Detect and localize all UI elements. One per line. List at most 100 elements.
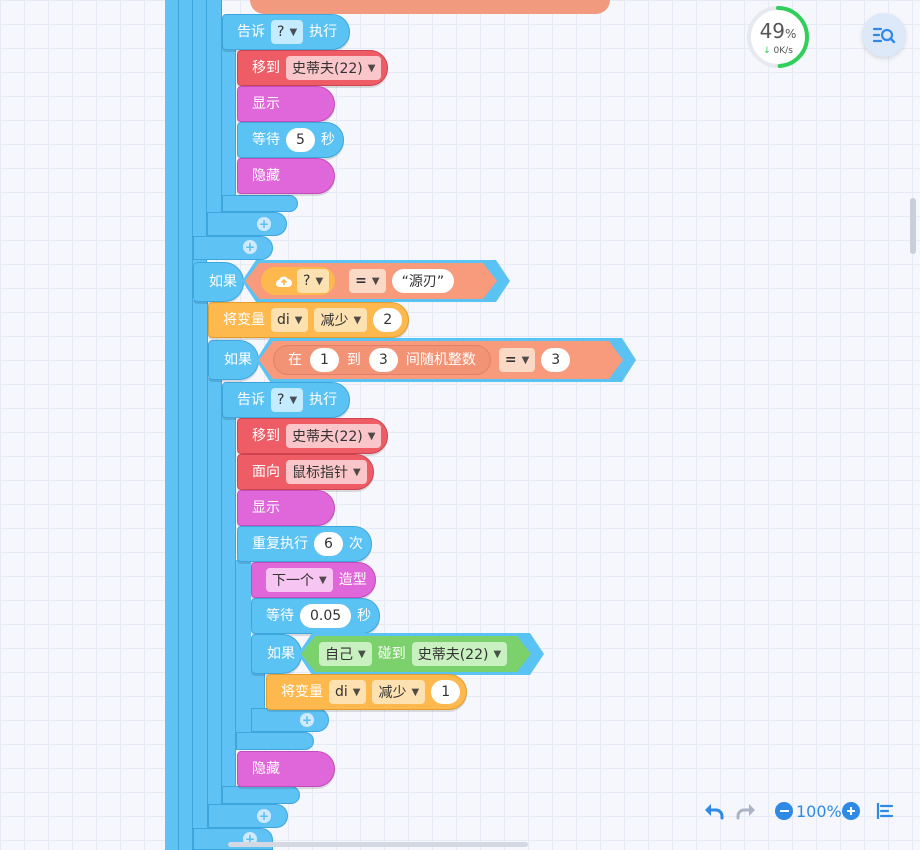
- move-to-label: 移到: [252, 428, 280, 444]
- face-toward-block[interactable]: 面向 鼠标指针 ▼: [237, 454, 374, 490]
- variable-mode-dropdown[interactable]: 减少 ▼: [314, 308, 368, 332]
- set-variable-block[interactable]: 将变量 di ▼ 减少 ▼ 1: [266, 674, 468, 710]
- move-to-block[interactable]: 移到 史蒂夫(22) ▼: [237, 418, 389, 454]
- move-target-dropdown[interactable]: 史蒂夫(22) ▼: [286, 56, 382, 80]
- search-list-button[interactable]: [862, 13, 906, 57]
- move-target-dropdown[interactable]: 史蒂夫(22) ▼: [286, 424, 382, 448]
- undo-button[interactable]: [702, 800, 726, 822]
- tell-2-foot: [222, 786, 300, 804]
- compare-value-input[interactable]: “源刃”: [392, 269, 455, 293]
- if-block[interactable]: 如果: [193, 262, 244, 302]
- tell-1-arm: [207, 0, 222, 236]
- tell-2-arm: [222, 414, 236, 804]
- align-blocks-button[interactable]: [874, 800, 896, 822]
- add-block-button[interactable]: +: [243, 240, 257, 254]
- equals-operator[interactable]: 在 1 到 3 间随机整数 = ▼ 3: [259, 341, 623, 379]
- wait-block[interactable]: 等待 0.05 秒: [251, 598, 381, 634]
- variable-amount-input[interactable]: 2: [373, 308, 403, 332]
- touch-target-dropdown[interactable]: 史蒂夫(22) ▼: [412, 642, 507, 666]
- equals-operator[interactable]: ? ▼ = ▼ “源刃”: [245, 263, 497, 299]
- dropdown-value: =: [355, 273, 367, 289]
- set-variable-label: 将变量: [223, 312, 265, 328]
- zoom-in-button[interactable]: [842, 802, 860, 820]
- show-label: 显示: [252, 500, 280, 516]
- tell-target-dropdown[interactable]: ? ▼: [271, 20, 304, 44]
- random-reporter[interactable]: 在 1 到 3 间随机整数: [273, 345, 491, 375]
- vertical-scrollbar[interactable]: [910, 198, 916, 254]
- compare-value-input[interactable]: 3: [541, 348, 570, 372]
- cloud-reporter[interactable]: ? ▼: [261, 267, 335, 295]
- repeat-block[interactable]: 重复执行 6 次: [237, 526, 372, 562]
- undo-icon: [705, 804, 724, 820]
- touch-subject-dropdown[interactable]: 自己 ▼: [319, 642, 372, 666]
- operator-dropdown[interactable]: = ▼: [499, 348, 535, 372]
- tell-suffix: 执行: [309, 392, 338, 408]
- variable-mode-dropdown[interactable]: 减少 ▼: [372, 680, 426, 704]
- cloud-sensor-dropdown[interactable]: ? ▼: [297, 269, 329, 293]
- chevron-down-icon: ▼: [521, 354, 530, 366]
- wait-block[interactable]: 等待 5 秒: [237, 122, 344, 158]
- chevron-down-icon: ▼: [294, 314, 303, 326]
- tell-block[interactable]: 告诉 ? ▼ 执行: [222, 14, 351, 50]
- show-block[interactable]: 显示: [237, 490, 335, 526]
- add-block-button[interactable]: +: [300, 713, 314, 727]
- face-target-dropdown[interactable]: 鼠标指针 ▼: [286, 460, 367, 484]
- dropdown-value: ?: [303, 273, 311, 289]
- if-1-foot: [193, 236, 273, 260]
- wait-unit: 秒: [320, 132, 335, 148]
- dropdown-value: 史蒂夫(22): [292, 429, 363, 445]
- dropdown-value: 减少: [320, 313, 349, 329]
- tell-target-dropdown[interactable]: ? ▼: [271, 388, 304, 412]
- chevron-down-icon: ▼: [352, 686, 361, 698]
- repeat-count-input[interactable]: 6: [314, 532, 343, 556]
- wait-unit: 秒: [357, 608, 372, 624]
- hide-block[interactable]: 隐藏: [237, 751, 335, 787]
- chevron-down-icon: ▼: [353, 314, 362, 326]
- chevron-down-icon: ▼: [289, 26, 298, 38]
- redo-icon: [736, 804, 755, 820]
- dropdown-value: =: [504, 352, 517, 368]
- add-block-button[interactable]: +: [257, 809, 271, 823]
- plus-circle-icon: [847, 807, 855, 815]
- wait-seconds-input[interactable]: 5: [286, 128, 315, 152]
- dropdown-value: 减少: [378, 685, 407, 701]
- variable-dropdown[interactable]: di ▼: [271, 308, 309, 332]
- hide-block[interactable]: 隐藏: [237, 158, 335, 194]
- move-to-block[interactable]: 移到 史蒂夫(22) ▼: [237, 50, 389, 86]
- operator-dropdown[interactable]: = ▼: [349, 269, 385, 293]
- if-label: 如果: [209, 274, 237, 290]
- show-block[interactable]: 显示: [237, 86, 335, 122]
- wait-seconds-input[interactable]: 0.05: [300, 604, 352, 628]
- horizontal-scrollbar[interactable]: [228, 842, 528, 847]
- costume-block[interactable]: 下一个 ▼ 造型: [251, 562, 376, 598]
- if-block[interactable]: 如果: [208, 340, 259, 380]
- tell-block[interactable]: 告诉 ? ▼ 执行: [222, 382, 351, 418]
- minus-circle-icon: [779, 810, 789, 812]
- chevron-down-icon: ▼: [371, 275, 380, 287]
- dropdown-value: ?: [277, 392, 285, 408]
- if-block[interactable]: 如果: [251, 634, 302, 674]
- set-variable-block[interactable]: 将变量 di ▼ 减少 ▼ 2: [208, 302, 410, 338]
- touching-sensor[interactable]: 自己 ▼ 碰到 史蒂夫(22) ▼: [301, 636, 531, 672]
- hide-label: 隐藏: [252, 761, 280, 777]
- script-spine-2: [179, 0, 193, 850]
- random-to-input[interactable]: 3: [369, 348, 398, 372]
- costume-dropdown[interactable]: 下一个 ▼: [266, 568, 333, 592]
- if-1-arm: [193, 0, 207, 265]
- redo-button[interactable]: [734, 800, 758, 822]
- variable-dropdown[interactable]: di ▼: [329, 680, 367, 704]
- dropdown-value: 鼠标指针: [292, 465, 348, 481]
- monitor-rate: 0K/s: [773, 46, 793, 56]
- align-left-icon: [876, 803, 894, 819]
- add-block-button[interactable]: +: [257, 217, 271, 231]
- random-from-input[interactable]: 1: [310, 348, 339, 372]
- chevron-down-icon: ▼: [353, 466, 361, 478]
- variable-amount-input[interactable]: 1: [431, 680, 461, 704]
- cloud-upload-icon: [271, 271, 297, 291]
- zoom-out-button[interactable]: [775, 802, 793, 820]
- touching-label: 碰到: [377, 646, 406, 662]
- if-3-foot: [208, 804, 288, 828]
- if-label: 如果: [224, 352, 252, 368]
- tell-1-outer-foot: [207, 212, 287, 236]
- hide-label: 隐藏: [252, 168, 280, 184]
